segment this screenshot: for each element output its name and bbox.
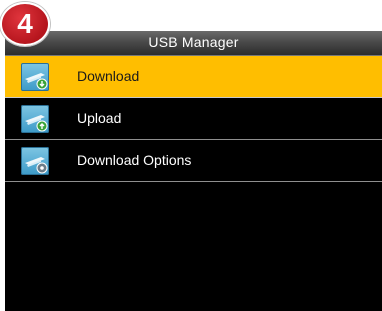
title-bar: USB Manager <box>5 31 382 56</box>
menu-item-label: Upload <box>77 110 122 126</box>
menu-item-download-options[interactable]: Download Options <box>5 140 382 182</box>
device-screen: USB Manager Download Upload Download Opt… <box>5 31 382 311</box>
menu-item-upload[interactable]: Upload <box>5 98 382 140</box>
page-title: USB Manager <box>148 34 239 50</box>
menu-item-label: Download Options <box>77 152 192 168</box>
usb-download-icon <box>21 63 49 91</box>
usb-menu-list: Download Upload Download Options <box>5 56 382 182</box>
step-number-badge: 4 <box>0 2 50 46</box>
usb-upload-icon <box>21 105 49 133</box>
menu-item-download[interactable]: Download <box>5 56 382 98</box>
menu-item-label: Download <box>77 68 140 84</box>
usb-download-options-icon <box>21 147 49 175</box>
